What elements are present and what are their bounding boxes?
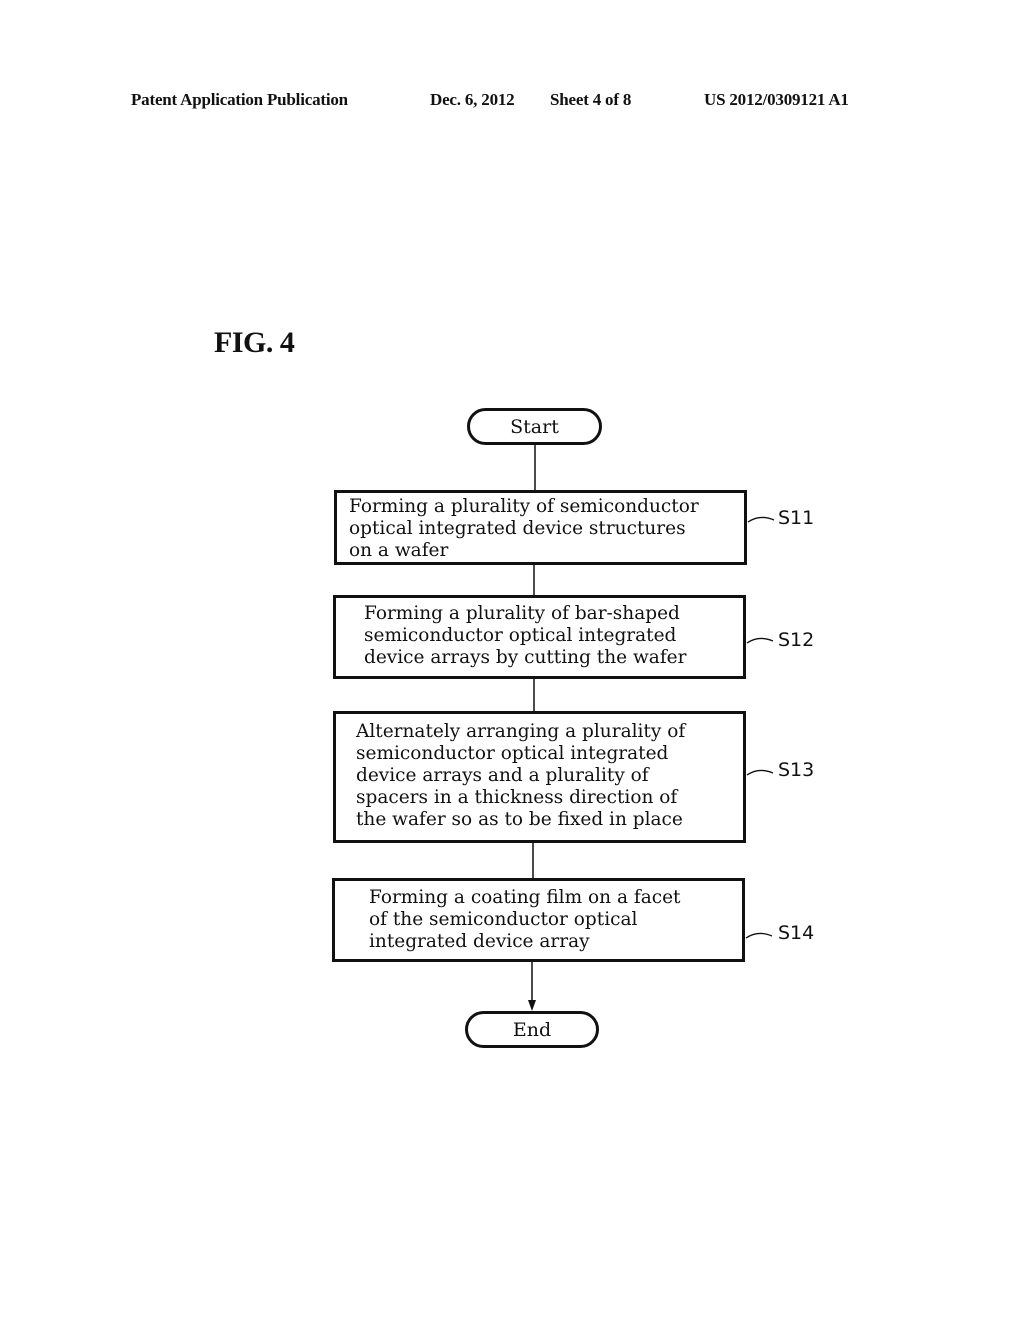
step-box-s14: Forming a coating film on a facet of the…: [332, 878, 745, 962]
step-box-s13: Alternately arranging a plurality of sem…: [333, 711, 746, 843]
sheet-number: Sheet 4 of 8: [550, 90, 632, 109]
end-label: End: [512, 1018, 552, 1041]
step-box-s11: Forming a plurality of semiconductor opt…: [334, 490, 747, 565]
start-terminal: Start: [467, 408, 602, 445]
step-ref-s14: S14: [778, 922, 815, 944]
leader-line-s14: [745, 932, 773, 939]
publication-date: Dec. 6, 2012: [430, 90, 515, 109]
leader-line-s13: [746, 769, 774, 776]
step-ref-s11: S11: [778, 507, 815, 529]
publication-number: US 2012/0309121 A1: [704, 90, 849, 109]
arrowhead-icon: [528, 1000, 536, 1011]
end-terminal: End: [465, 1011, 599, 1048]
figure-label: FIG. 4: [214, 326, 295, 359]
publication-type: Patent Application Publication: [131, 90, 348, 109]
step-ref-s12: S12: [778, 629, 815, 651]
leader-line-s11: [747, 516, 775, 523]
step-ref-s13: S13: [778, 759, 815, 781]
leader-line-s12: [746, 637, 774, 644]
step-box-s12: Forming a plurality of bar-shaped semico…: [333, 595, 746, 679]
start-label: Start: [510, 415, 559, 438]
